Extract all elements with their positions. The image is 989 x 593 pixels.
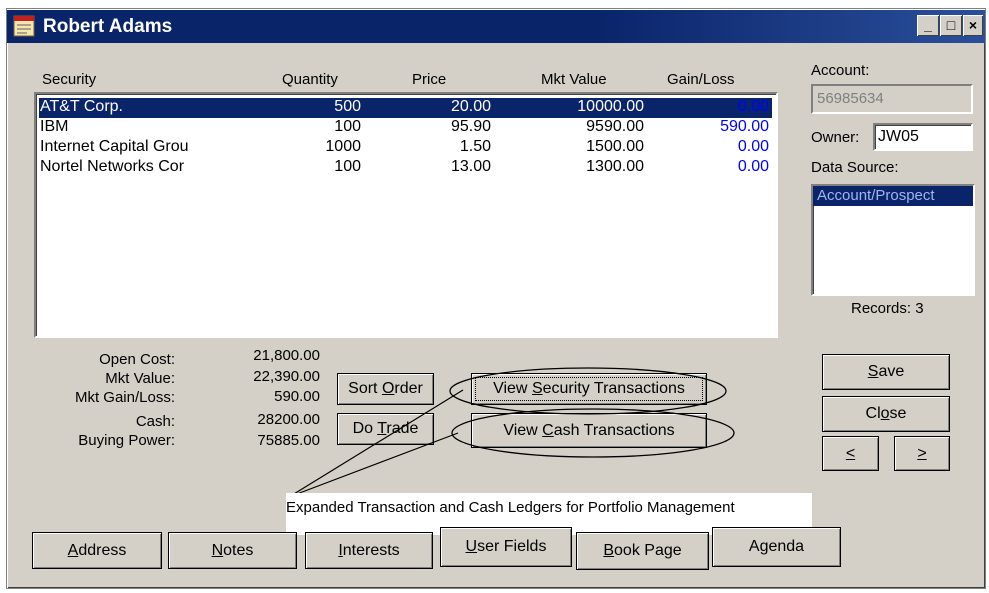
callout-line [288,389,464,498]
close-button[interactable]: Close [822,396,950,432]
book-page-button[interactable]: Book Page [576,532,709,570]
next-record-button[interactable]: > [894,436,950,471]
callout-ellipse [451,408,735,458]
save-button[interactable]: Save [822,354,950,390]
notes-button[interactable]: Notes [168,532,297,569]
address-button[interactable]: Address [32,532,162,569]
callout-line [288,432,459,498]
previous-record-button[interactable]: < [822,436,879,471]
agenda-button[interactable]: Agenda [712,527,841,567]
callout-ellipse [449,367,727,415]
user-fields-button[interactable]: User Fields [440,527,572,567]
interests-button[interactable]: Interests [305,532,433,569]
